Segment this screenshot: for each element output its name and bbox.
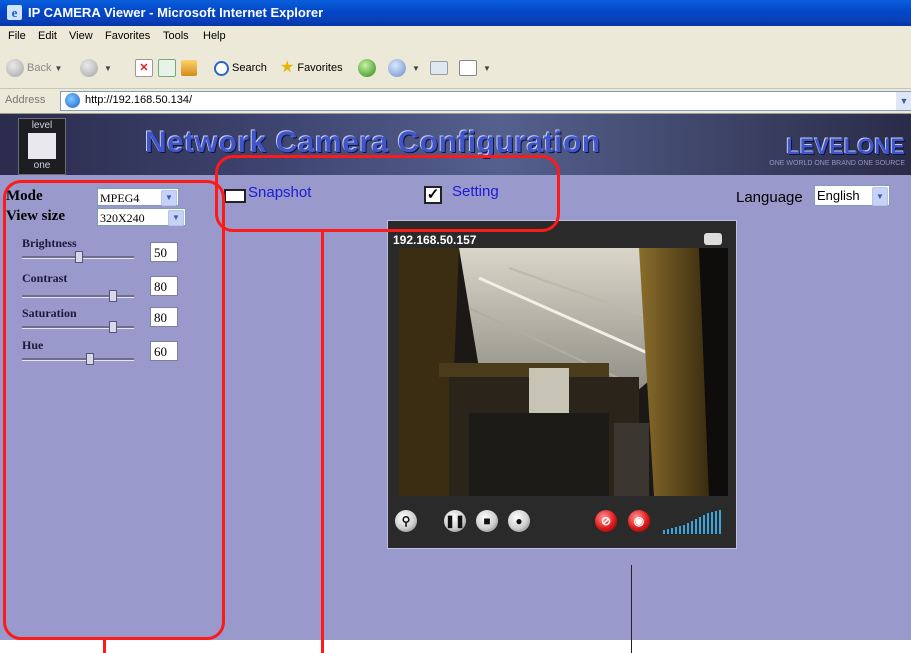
brand-slogan: ONE WORLD ONE BRAND ONE SOURCE (769, 160, 905, 167)
history-icon (388, 59, 406, 78)
controls-pointer-line (103, 640, 106, 653)
brand-logo: LEVELONE (786, 134, 905, 159)
chevron-down-icon: ▼ (483, 64, 491, 73)
zoom-icon: ⚲ (401, 514, 411, 528)
home-icon (181, 60, 197, 77)
menu-help[interactable]: Help (203, 30, 226, 42)
stop-button[interactable]: ✕ (135, 58, 156, 78)
print-button[interactable]: ▼ (459, 58, 491, 78)
zoom-button[interactable]: ⚲ (395, 510, 417, 532)
microphone-off-icon: ⊘ (600, 514, 612, 528)
language-select[interactable]: English ▼ (814, 185, 890, 206)
pause-icon: ❚❚ (444, 514, 466, 528)
home-button[interactable] (181, 58, 200, 78)
address-input[interactable]: http://192.168.50.134/ ▼ (60, 91, 911, 111)
mail-button[interactable] (430, 58, 451, 78)
print-icon (459, 60, 477, 77)
fullscreen-icon[interactable] (704, 233, 722, 245)
camera-ip: 192.168.50.157 (393, 233, 477, 247)
back-button[interactable]: Back ▼ (6, 58, 62, 78)
window-title: IP CAMERA Viewer - Microsoft Internet Ex… (28, 5, 324, 20)
history-button[interactable]: ▼ (388, 58, 420, 78)
favorites-label: Favorites (297, 62, 343, 74)
mute-microphone-button[interactable]: ⊘ (595, 510, 617, 532)
stop-icon: ✕ (135, 59, 153, 78)
menu-file[interactable]: File (8, 30, 26, 42)
search-button[interactable]: Search (214, 58, 267, 78)
search-label: Search (232, 62, 267, 74)
star-icon: ★ (280, 59, 295, 77)
levelone-logo: level one (18, 118, 66, 175)
actions-pointer-line (321, 232, 324, 653)
ie-icon: e (7, 5, 22, 20)
chevron-down-icon: ▼ (412, 64, 420, 73)
media-icon (358, 59, 376, 78)
forward-button[interactable]: ▼ (80, 58, 112, 78)
record-button[interactable]: ● (508, 510, 530, 532)
forward-arrow-icon (80, 59, 98, 78)
menu-view[interactable]: View (69, 30, 93, 42)
camera-video-feed[interactable] (399, 248, 728, 496)
page-icon (65, 93, 80, 108)
speaker-off-icon: ◉ (633, 514, 645, 528)
chevron-down-icon: ▼ (872, 187, 888, 206)
stop-video-button[interactable]: ■ (476, 510, 498, 532)
mute-speaker-button[interactable]: ◉ (628, 510, 650, 532)
actions-highlight-box (215, 155, 560, 232)
refresh-icon (158, 59, 176, 78)
record-dot-icon: ● (515, 514, 523, 528)
back-arrow-icon (6, 59, 24, 78)
menu-tools[interactable]: Tools (163, 30, 189, 42)
chevron-down-icon[interactable]: ▼ (896, 92, 911, 110)
video-pointer-line (631, 565, 632, 653)
menu-favorites[interactable]: Favorites (105, 30, 150, 42)
logo-bottom-text: one (33, 160, 51, 171)
favorites-button[interactable]: ★ Favorites (280, 58, 343, 78)
address-url: http://192.168.50.134/ (85, 94, 193, 106)
window-title-bar: e IP CAMERA Viewer - Microsoft Internet … (0, 0, 911, 26)
language-value: English (817, 188, 860, 203)
logo-top-text: level (31, 120, 53, 131)
chevron-down-icon: ▼ (104, 64, 112, 73)
logo-mark (28, 133, 56, 159)
search-icon (214, 60, 229, 76)
address-bar: Address http://192.168.50.134/ ▼ (0, 89, 911, 114)
media-button[interactable] (358, 58, 379, 78)
menu-edit[interactable]: Edit (38, 30, 57, 42)
stop-square-icon: ■ (483, 514, 491, 528)
address-label: Address (5, 94, 46, 106)
camera-frame-image (399, 248, 728, 496)
refresh-button[interactable] (158, 58, 179, 78)
pause-button[interactable]: ❚❚ (444, 510, 466, 532)
svg-text:e: e (12, 5, 18, 20)
mail-icon (430, 61, 448, 76)
video-viewer: 192.168.50.157 ⚲ ❚❚ ■ ● ⊘ ◉ (387, 220, 737, 549)
toolbar: Back ▼ ▼ ✕ Search ★ Favorites ▼ ▼ (0, 48, 911, 89)
volume-level-meter[interactable] (663, 510, 735, 536)
language-label: Language (736, 189, 803, 206)
back-label: Back (27, 62, 52, 74)
menu-bar: File Edit View Favorites Tools Help (0, 26, 911, 49)
chevron-down-icon: ▼ (54, 64, 63, 73)
controls-highlight-box (3, 180, 225, 640)
